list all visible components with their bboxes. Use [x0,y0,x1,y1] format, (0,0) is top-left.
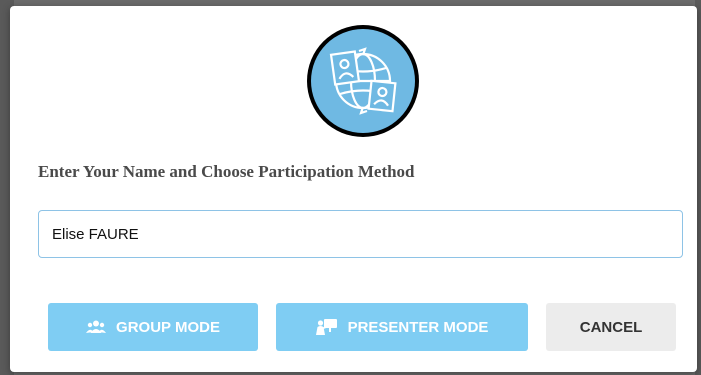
cancel-button[interactable]: CANCEL [546,303,676,351]
presenter-board-icon [315,318,338,336]
group-mode-label: GROUP MODE [116,318,220,336]
name-input[interactable] [38,210,683,258]
group-users-icon [86,320,107,334]
presenter-mode-label: PRESENTER MODE [347,318,489,336]
group-mode-button[interactable]: GROUP MODE [48,303,258,351]
dialog-prompt: Enter Your Name and Choose Participation… [38,162,415,181]
cancel-label: CANCEL [579,318,643,336]
participation-dialog: Enter Your Name and Choose Participation… [10,6,697,372]
presenter-mode-button[interactable]: PRESENTER MODE [276,303,528,351]
globe-video-conference-icon [307,25,419,137]
